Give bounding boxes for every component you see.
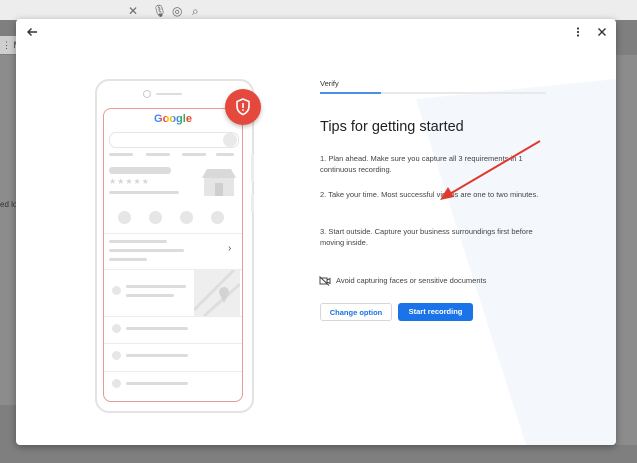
business-name-placeholder <box>109 167 171 174</box>
phone-placeholder <box>126 354 188 357</box>
storefront-icon <box>202 169 236 196</box>
divider <box>104 371 242 372</box>
verification-badge <box>225 89 261 125</box>
map-icon <box>194 270 240 316</box>
search-icon: ⌕ <box>192 4 199 18</box>
phone-button <box>251 194 254 212</box>
background-toolbar: ✕ 🎙 ◎ ⌕ <box>0 0 637 20</box>
more-options-button[interactable] <box>568 23 588 43</box>
phone-camera <box>143 90 151 98</box>
address-placeholder <box>126 285 186 288</box>
tab-placeholder <box>109 153 133 156</box>
more-vert-icon <box>576 27 580 37</box>
step-progress-fill <box>320 92 382 94</box>
background-text: ed lo <box>0 200 16 209</box>
background-right-panel <box>616 55 637 445</box>
divider <box>104 233 242 234</box>
tab-placeholder <box>182 153 206 156</box>
privacy-note: Avoid capturing faces or sensitive docum… <box>336 276 487 285</box>
tab-placeholder <box>146 153 170 156</box>
detail-placeholder <box>109 240 167 243</box>
hours-placeholder <box>126 327 188 330</box>
google-logo: Google <box>104 113 242 125</box>
detail-placeholder <box>109 249 184 252</box>
step-progress <box>320 92 546 94</box>
website-icon <box>112 379 121 388</box>
shield-alert-icon <box>236 98 250 116</box>
start-recording-button[interactable]: Start recording <box>398 303 473 321</box>
change-option-button[interactable]: Change option <box>320 303 392 321</box>
clock-icon <box>112 324 121 333</box>
tab-placeholder <box>216 153 234 156</box>
background-panel <box>0 55 16 405</box>
phone-button <box>251 154 254 182</box>
mic-icon: 🎙 <box>152 4 168 18</box>
share-icon <box>211 211 224 224</box>
call-icon <box>118 211 131 224</box>
phone-screen: Google ★★★★★ › <box>103 108 243 402</box>
address-placeholder <box>126 294 174 297</box>
annotation-arrow-icon <box>440 140 541 200</box>
detail-placeholder <box>109 191 179 194</box>
dialog-title: Tips for getting started <box>320 119 464 135</box>
close-icon <box>598 28 606 36</box>
video-verification-dialog: Google ★★★★★ › Verify Tips for getting s… <box>16 19 616 445</box>
rating-stars: ★★★★★ <box>109 177 150 186</box>
chevron-right-icon: › <box>228 243 232 254</box>
clear-icon: ✕ <box>128 4 139 18</box>
close-button[interactable] <box>592 23 612 43</box>
tip-start-outside: 3. Start outside. Capture your business … <box>320 227 533 247</box>
divider <box>104 343 242 344</box>
search-icon <box>223 133 237 147</box>
no-camera-icon <box>319 276 331 286</box>
website-placeholder <box>126 382 188 385</box>
back-arrow-icon <box>27 28 37 36</box>
divider <box>104 316 242 317</box>
back-button[interactable] <box>22 23 42 43</box>
directions-icon <box>149 211 162 224</box>
brand-text: Google <box>154 113 192 125</box>
lens-icon: ◎ <box>172 4 183 18</box>
detail-placeholder <box>109 258 147 261</box>
phone-icon <box>112 351 121 360</box>
search-bar <box>109 132 239 148</box>
location-icon <box>112 286 121 295</box>
save-icon <box>180 211 193 224</box>
step-label: Verify <box>320 79 339 88</box>
phone-speaker <box>156 93 182 95</box>
